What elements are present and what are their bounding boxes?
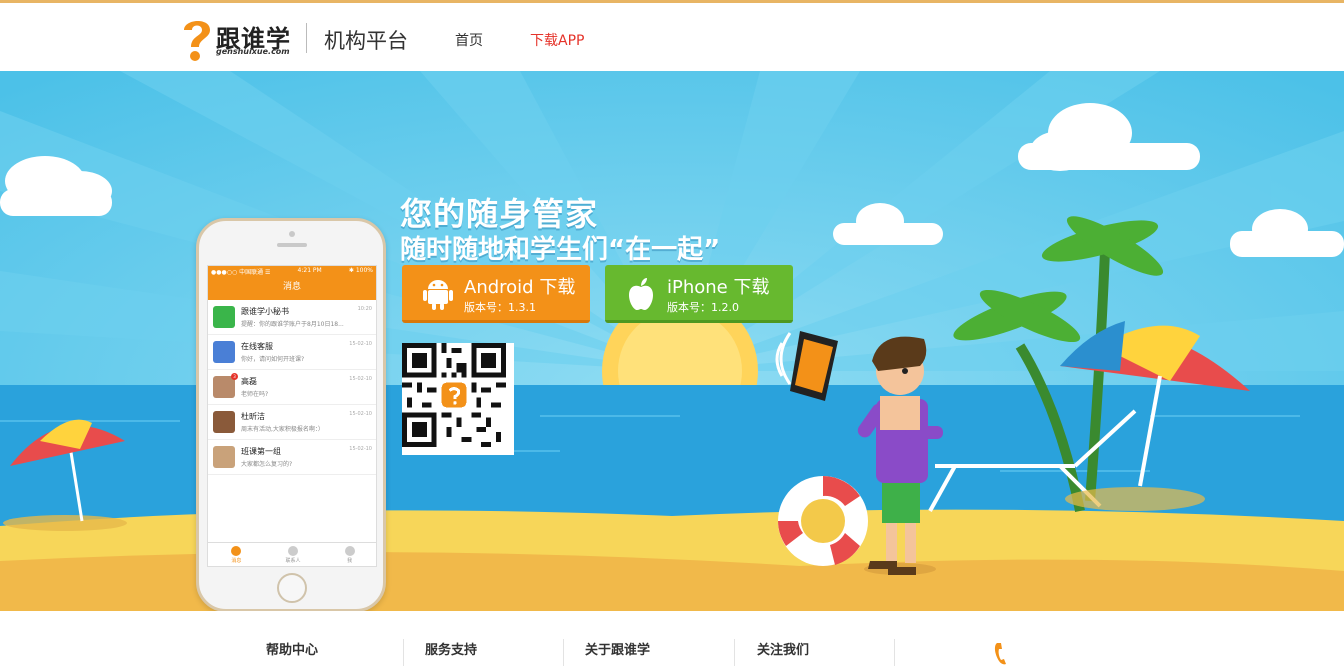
list-item: 3 高磊 老师在吗? 15-02-10 [208,370,376,405]
android-download-button[interactable]: Android 下载 版本号：1.3.1 [402,265,590,323]
footer-divider [894,639,895,666]
phone-mockup: ●●●○○ 中国联通 ☰ 4:21 PM ✱ 100% 消息 跟谁学小秘书 提醒… [196,218,386,611]
nav-download-app-link[interactable]: 下载APP [530,30,584,50]
iphone-download-label: iPhone 下载 [667,277,770,298]
message-preview: 老师在吗? [241,391,269,398]
message-preview: 周末有活动,大家积极报名啊：） [241,426,324,433]
app-title-bar: 消息 [208,276,376,300]
footer-divider [403,639,404,666]
list-item: 跟谁学小秘书 提醒：你的跟谁学账户于8月10日18... 10:20 [208,300,376,335]
footer-divider [734,639,735,666]
tab-messages: 消息 [208,543,265,566]
message-preview: 大家都怎么复习的? [241,461,293,468]
header-divider [306,23,307,53]
phone-screen: ●●●○○ 中国联通 ☰ 4:21 PM ✱ 100% 消息 跟谁学小秘书 提醒… [207,265,377,567]
message-time: 15-02-10 [349,411,372,417]
status-carrier: ●●●○○ 中国联通 ☰ [211,269,271,276]
list-item: 在线客服 你好，请问如何开班课? 15-02-10 [208,335,376,370]
nav-home-link[interactable]: 首页 [455,30,483,50]
avatar [213,411,235,433]
status-battery: ✱ 100% [348,267,373,274]
apple-icon [629,278,653,310]
phone-speaker [277,243,307,247]
avatar [213,341,235,363]
message-preview: 提醒：你的跟谁学账户于8月10日18... [241,321,344,328]
status-time: 4:21 PM [297,267,322,274]
site-header: 跟谁学 genshuixue.com 机构平台 首页 下载APP [0,3,1344,71]
hero-subheadline: 随时随地和学生们“在一起” [400,235,721,265]
android-icon [423,280,453,310]
android-version: 版本号：1.3.1 [464,301,536,314]
phone-home-button [277,573,307,603]
footer-follow-us-link[interactable]: 关注我们 [757,639,809,658]
iphone-download-button[interactable]: iPhone 下载 版本号：1.2.0 [605,265,793,323]
message-time: 15-02-10 [349,446,372,452]
hero-banner: ●●●○○ 中国联通 ☰ 4:21 PM ✱ 100% 消息 跟谁学小秘书 提醒… [0,71,1344,611]
tab-me: 我 [321,543,376,566]
message-time: 15-02-10 [349,376,372,382]
unread-badge: 3 [231,373,238,380]
phone-camera [289,231,295,237]
footer-about-link[interactable]: 关于跟谁学 [585,639,650,658]
avatar [213,306,235,328]
footer-divider [563,639,564,666]
phone-tab-bar: 消息 联系人 我 [208,542,376,566]
download-qr-code [402,343,514,455]
avatar [213,446,235,468]
logo-domain: genshuixue.com [216,47,290,56]
footer-help-center-link[interactable]: 帮助中心 [266,639,318,658]
message-time: 10:20 [357,306,372,312]
footer-service-support-link[interactable]: 服务支持 [425,639,477,658]
android-download-label: Android 下载 [464,277,576,298]
tab-contacts: 联系人 [265,543,322,566]
message-sender: 班课第一组 [241,447,281,456]
phone-icon [994,643,1006,665]
question-mark-logo-icon[interactable] [180,16,214,62]
site-footer: 帮助中心 服务支持 关于跟谁学 关注我们 [0,611,1344,666]
qr-code-icon [402,343,506,447]
message-time: 15-02-10 [349,341,372,347]
message-sender: 杜昕洁 [241,412,265,421]
message-sender: 跟谁学小秘书 [241,307,289,316]
list-item: 班课第一组 大家都怎么复习的? 15-02-10 [208,440,376,475]
message-sender: 高磊 [241,377,257,386]
iphone-version: 版本号：1.2.0 [667,301,739,314]
list-item: 杜昕洁 周末有活动,大家积极报名啊：） 15-02-10 [208,405,376,440]
phone-status-bar: ●●●○○ 中国联通 ☰ 4:21 PM ✱ 100% [208,266,376,276]
message-preview: 你好，请问如何开班课? [241,356,305,363]
message-sender: 在线客服 [241,342,273,351]
platform-title: 机构平台 [324,29,408,53]
